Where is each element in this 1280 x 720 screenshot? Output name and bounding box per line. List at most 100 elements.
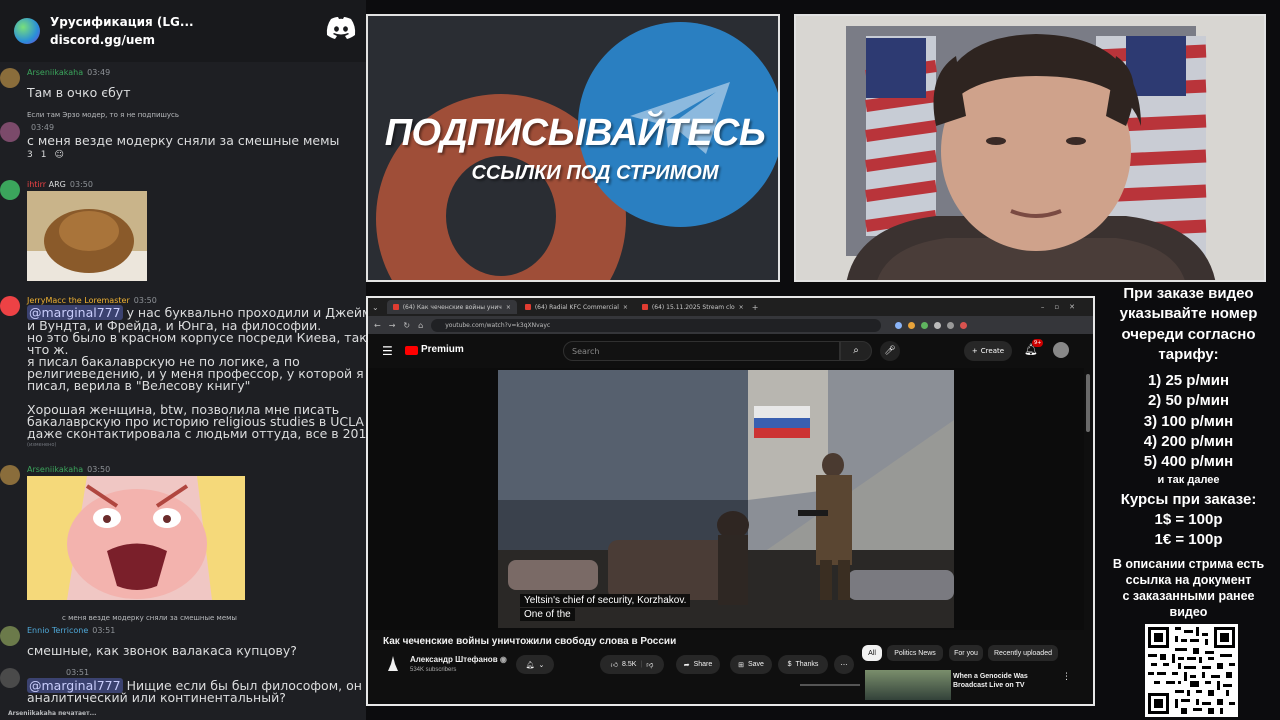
youtube-favicon-icon: [392, 304, 399, 310]
reaction-count[interactable]: 3: [27, 150, 33, 160]
qr-code[interactable]: [1145, 624, 1238, 717]
info-line: видео: [1169, 604, 1208, 619]
youtube-masthead: ☰ Premium Search ⌕ 🎤︎ + Create 🔔︎ 9+: [368, 334, 1093, 368]
reactions[interactable]: 3 1 ☺: [27, 150, 72, 160]
caption-line: Yeltsin's chief of security, Korzhakov.: [520, 594, 691, 607]
thanks-button[interactable]: $ Thanks: [778, 655, 828, 674]
hamburger-menu-icon[interactable]: ☰: [382, 344, 393, 358]
filter-chip-politics[interactable]: Politics News: [887, 645, 943, 661]
like-dislike-button[interactable]: 👍︎ 8.5K | 👎︎: [600, 655, 664, 674]
back-icon[interactable]: ←: [374, 321, 381, 330]
filter-chip-for-you[interactable]: For you: [949, 645, 983, 661]
close-tab-icon[interactable]: ×: [506, 304, 511, 311]
extension-icon[interactable]: [921, 321, 929, 329]
chevron-down-icon: ⌄: [538, 661, 545, 669]
username: Ennio Terricone: [27, 626, 89, 635]
subscription-bell-button[interactable]: 🔔︎ ⌄: [516, 655, 554, 674]
message-line: аналитический или континентальный?: [27, 690, 286, 705]
promo-banner: ПОДПИСЫВАЙТЕСЬ ССЫЛКИ ПОД СТРИМОМ: [366, 14, 780, 282]
channel-avatar-icon[interactable]: [386, 655, 400, 673]
dislike-icon: 👎︎: [646, 662, 654, 669]
message-header: Arseniikakaha 03:49: [27, 68, 110, 77]
reply-preview: с меня везде модерку сняли за смешные ме…: [62, 614, 237, 622]
save-button[interactable]: ⊞ Save: [730, 655, 772, 674]
username: ihtirr: [27, 180, 47, 189]
thanks-icon: $: [787, 661, 792, 668]
search-input[interactable]: Search: [563, 341, 840, 361]
username: Arseniikakaha: [27, 465, 84, 474]
server-invite: discord.gg/uem: [50, 33, 156, 47]
recommended-thumbnail[interactable]: [865, 670, 951, 700]
verified-icon: ◉: [499, 655, 507, 664]
browser-tab[interactable]: (64) Как чеченские войны унич ×: [386, 300, 517, 314]
message-line: но это было в красном корпусе посреди Ки…: [27, 330, 366, 345]
rate-line: 1€ = 100р: [1154, 531, 1223, 549]
user-avatar: [0, 668, 20, 688]
message-header: Ennio Terricone 03:51: [27, 626, 115, 635]
video-player[interactable]: Yeltsin's chief of security, Korzhakov. …: [368, 368, 1084, 630]
extension-icon[interactable]: [908, 321, 916, 329]
rates-heading: Курсы при заказе:: [1120, 490, 1257, 508]
username: JerryMacc the Loremaster: [27, 296, 130, 305]
home-icon[interactable]: ⌂: [418, 321, 423, 330]
more-actions-icon[interactable]: ⋯: [834, 655, 854, 674]
description-divider: [800, 684, 860, 686]
filter-chip-all[interactable]: All: [862, 645, 882, 661]
close-tab-icon[interactable]: ×: [739, 304, 744, 311]
order-info-panel: При заказе видео указывайте номер очеред…: [1097, 284, 1280, 720]
extension-icon[interactable]: [947, 321, 955, 329]
user-avatar: [0, 465, 20, 485]
price-line: 5) 400 р/мин: [1143, 453, 1234, 471]
reaction-count[interactable]: 1: [41, 150, 47, 160]
timestamp: 03:51: [92, 626, 116, 635]
account-avatar[interactable]: [1053, 342, 1069, 358]
discord-server-header[interactable]: Урусификация (LG... discord.gg/uem: [0, 0, 366, 62]
message-header: Arseniikakaha 03:50: [27, 465, 110, 474]
message-text: с меня везде модерку сняли за смешные ме…: [27, 133, 340, 148]
user-avatar: [0, 180, 20, 200]
youtube-premium-logo[interactable]: Premium: [421, 344, 464, 355]
page-scrollbar[interactable]: [1086, 374, 1090, 432]
timestamp: 03:49: [31, 123, 55, 132]
more-options-icon[interactable]: ⋮: [1062, 672, 1071, 682]
browser-tab[interactable]: (64) 15.11.2025 Stream clo ×: [636, 300, 750, 314]
youtube-logo-icon[interactable]: [405, 346, 418, 355]
server-icon: [14, 18, 40, 44]
tab-list-icon[interactable]: ⌄: [372, 303, 379, 312]
discord-chat-panel: Урусификация (LG... discord.gg/uem Arsen…: [0, 0, 366, 720]
timestamp: 03:50: [87, 465, 111, 474]
window-controls-icon[interactable]: –▫✕: [1041, 303, 1085, 311]
save-icon: ⊞: [738, 661, 744, 669]
extension-icon[interactable]: [934, 321, 942, 329]
attached-image-cat[interactable]: [27, 191, 147, 281]
reply-preview: Если там Эрзо модер, то я не подпишусь: [27, 111, 180, 119]
reload-icon[interactable]: ↻: [403, 321, 410, 330]
role-badge: ARG: [48, 180, 66, 189]
webcam-feed: [794, 14, 1266, 282]
close-tab-icon[interactable]: ×: [623, 304, 628, 311]
promo-subtitle: ССЫЛКИ ПОД СТРИМОМ: [471, 162, 719, 184]
url-field[interactable]: youtube.com/watch?v=k3qXNvayc: [431, 318, 882, 332]
forward-icon[interactable]: →: [389, 321, 396, 330]
add-reaction-icon[interactable]: ☺: [54, 150, 63, 160]
profile-icon[interactable]: [960, 321, 968, 329]
recommended-title[interactable]: When a Genocide Was Broadcast Live on TV: [953, 672, 1063, 690]
channel-name[interactable]: Александр Штефанов ◉: [410, 655, 507, 664]
caption-line: One of the: [520, 608, 575, 621]
microphone-icon[interactable]: 🎤︎: [880, 341, 900, 361]
timestamp: 03:50: [133, 296, 157, 305]
browser-tab-bar: ⌄ (64) Как чеченские войны унич × (64) Ra…: [368, 298, 1093, 316]
new-tab-icon[interactable]: +: [752, 303, 759, 312]
create-button[interactable]: + Create: [964, 341, 1012, 361]
browser-window: ⌄ (64) Как чеченские войны унич × (64) Ra…: [366, 296, 1095, 706]
video-frame[interactable]: [498, 370, 954, 628]
message-header: ihtirr ARG 03:50: [27, 180, 93, 189]
browser-tab[interactable]: (64) Radial KFC Commercial ×: [519, 300, 634, 314]
youtube-favicon-icon: [524, 304, 531, 310]
extension-icon[interactable]: [895, 321, 903, 329]
filter-chip-recent[interactable]: Recently uploaded: [988, 645, 1058, 661]
search-icon[interactable]: ⌕: [840, 341, 872, 361]
timestamp: 03:49: [87, 68, 111, 77]
attached-image-anime[interactable]: [27, 476, 245, 600]
share-button[interactable]: ➦ Share: [676, 655, 720, 674]
